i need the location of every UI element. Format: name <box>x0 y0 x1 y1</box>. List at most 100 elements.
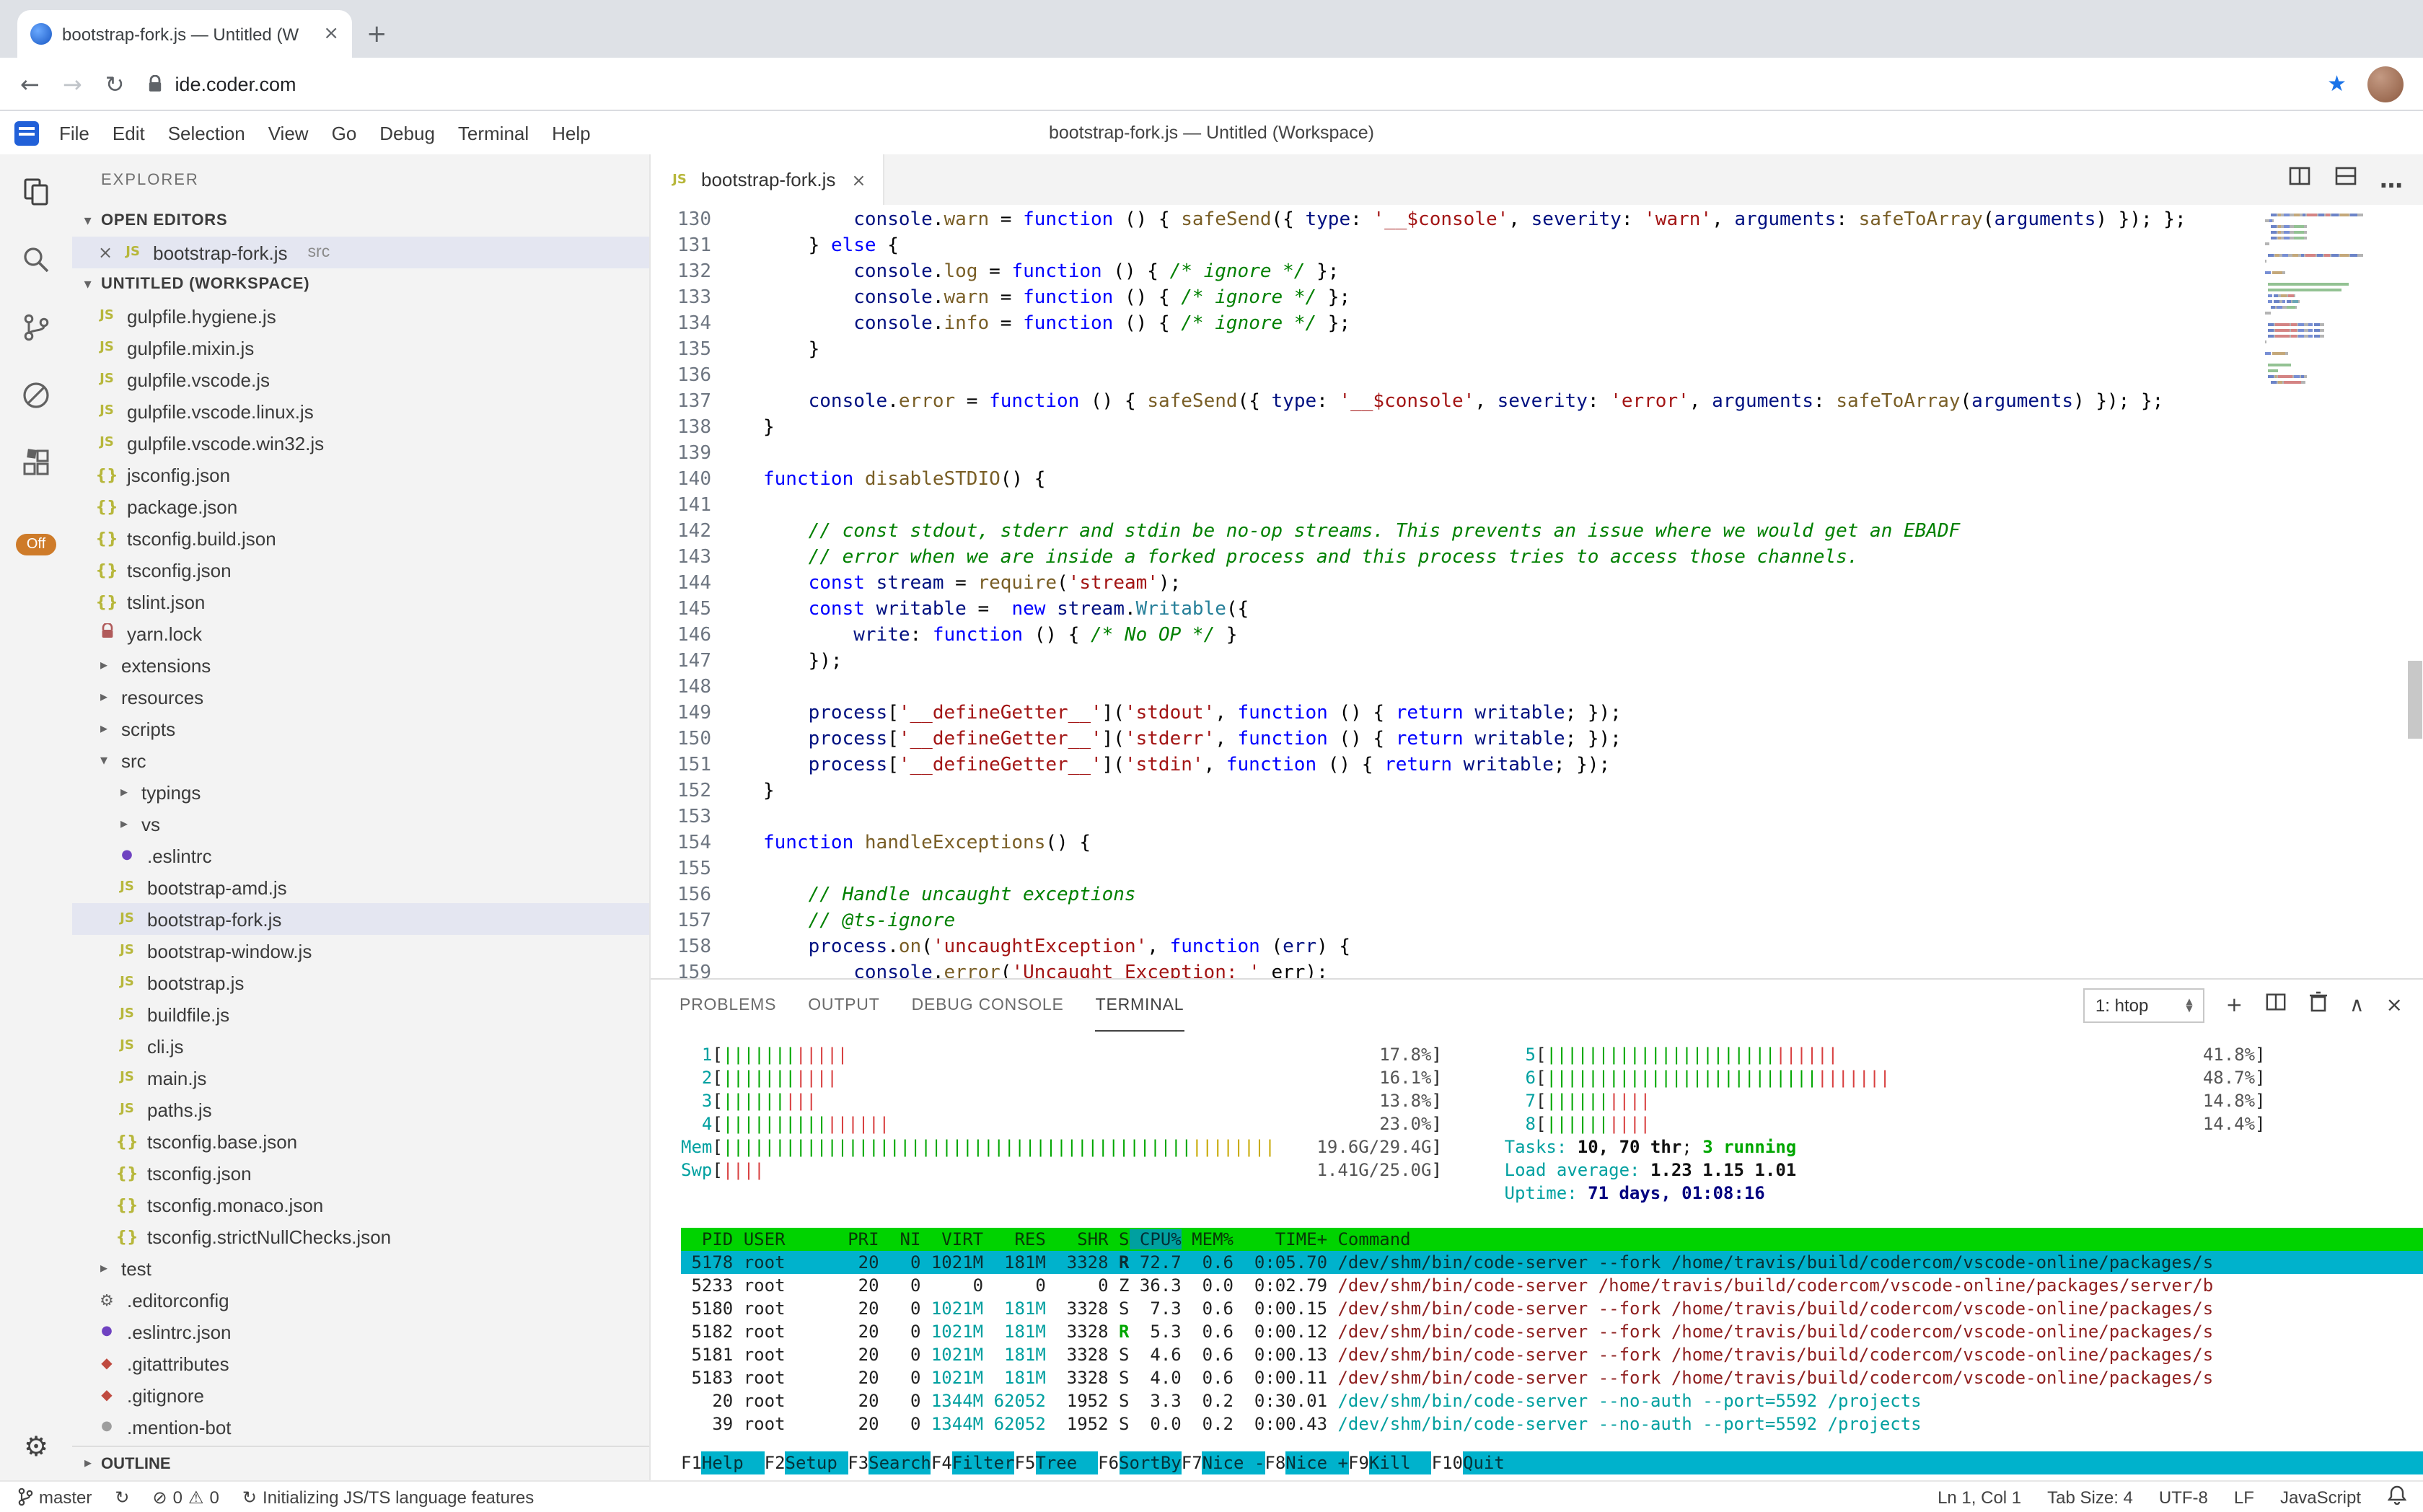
menu-edit[interactable]: Edit <box>101 122 157 144</box>
fkey-label-F10[interactable]: Quit <box>1463 1451 1526 1474</box>
process-row[interactable]: 5183 root 20 0 1021M 181M 3328 S 4.0 0.6… <box>681 1366 2423 1389</box>
tree-item-bootstrap-fork.js[interactable]: JSbootstrap-fork.js <box>72 903 649 935</box>
fkey-label-F5[interactable]: Tree <box>1035 1451 1098 1474</box>
tree-item-gulpfile.hygiene.js[interactable]: JSgulpfile.hygiene.js <box>72 300 649 332</box>
terminal[interactable]: 1[|||||||||||| 17.8%] 5[||||||||||||||||… <box>651 1032 2423 1480</box>
new-terminal-icon[interactable]: + <box>2226 994 2243 1017</box>
terminal-picker[interactable]: 1: htop ▲▼ <box>2084 988 2204 1023</box>
off-badge[interactable]: Off <box>17 534 56 555</box>
tree-item-yarn.lock[interactable]: yarn.lock <box>72 617 649 649</box>
process-row[interactable]: 5181 root 20 0 1021M 181M 3328 S 4.6 0.6… <box>681 1343 2423 1366</box>
panel-tab-debug-console[interactable]: DEBUG CONSOLE <box>912 980 1064 1032</box>
fkey-label-F3[interactable]: Search <box>869 1451 931 1474</box>
language-status[interactable]: ↻ Initializing JS/TS language features <box>242 1487 534 1507</box>
tree-item-gulpfile.vscode.linux.js[interactable]: JSgulpfile.vscode.linux.js <box>72 395 649 427</box>
code-area[interactable]: console.warn = function () { safeSend({ … <box>726 205 2256 978</box>
menu-go[interactable]: Go <box>320 122 369 144</box>
tree-item-bootstrap-amd.js[interactable]: JSbootstrap-amd.js <box>72 871 649 903</box>
tree-item-buildfile.js[interactable]: JSbuildfile.js <box>72 998 649 1030</box>
tree-item-tslint.json[interactable]: {}tslint.json <box>72 586 649 617</box>
problems-indicator[interactable]: ⊘ 0 ⚠ 0 <box>153 1487 219 1507</box>
split-terminal-icon[interactable] <box>2264 991 2286 1020</box>
debug-icon[interactable] <box>19 378 53 413</box>
tree-item-paths.js[interactable]: JSpaths.js <box>72 1094 649 1125</box>
status-ln-1-col-1[interactable]: Ln 1, Col 1 <box>1938 1487 2021 1507</box>
status-utf-8[interactable]: UTF-8 <box>2159 1487 2208 1507</box>
panel-tab-terminal[interactable]: TERMINAL <box>1096 980 1184 1032</box>
tree-item-cli.js[interactable]: JScli.js <box>72 1030 649 1062</box>
fkey-label-F9[interactable]: Kill <box>1369 1451 1432 1474</box>
menu-view[interactable]: View <box>257 122 320 144</box>
tree-item-.eslintrc[interactable]: ●.eslintrc <box>72 840 649 871</box>
close-tab-icon[interactable]: × <box>323 23 339 45</box>
fkey-F8[interactable]: F8 <box>1265 1451 1285 1474</box>
address-bar[interactable]: ide.coder.com <box>147 73 296 94</box>
fkey-F7[interactable]: F7 <box>1182 1451 1202 1474</box>
process-row[interactable]: 5233 root 20 0 0 0 0 Z 36.3 0.0 0:02.79 … <box>681 1274 2423 1297</box>
fkey-label-F1[interactable]: Help <box>702 1451 765 1474</box>
tree-item-scripts[interactable]: ▸scripts <box>72 713 649 744</box>
menu-file[interactable]: File <box>48 122 101 144</box>
status-tab-size-4[interactable]: Tab Size: 4 <box>2047 1487 2133 1507</box>
notifications-bell-icon[interactable] <box>2387 1485 2406 1509</box>
fkey-F2[interactable]: F2 <box>765 1451 786 1474</box>
tree-item-bootstrap.js[interactable]: JSbootstrap.js <box>72 967 649 998</box>
tree-item-.gitignore[interactable]: ◆.gitignore <box>72 1379 649 1411</box>
tree-item-main.js[interactable]: JSmain.js <box>72 1062 649 1094</box>
settings-gear-icon[interactable]: ⚙ <box>24 1431 48 1463</box>
tree-item-test[interactable]: ▸test <box>72 1252 649 1284</box>
editor-tab[interactable]: JS bootstrap-fork.js × <box>651 154 885 205</box>
tree-item-gulpfile.vscode.win32.js[interactable]: JSgulpfile.vscode.win32.js <box>72 427 649 459</box>
split-editor-icon[interactable] <box>2287 164 2310 195</box>
panel-tab-problems[interactable]: PROBLEMS <box>680 980 776 1032</box>
bookmark-star-icon[interactable]: ★ <box>2327 71 2347 97</box>
source-control-icon[interactable] <box>19 310 53 345</box>
tree-item-src[interactable]: ▾src <box>72 744 649 776</box>
fkey-F6[interactable]: F6 <box>1098 1451 1119 1474</box>
tree-item-vs[interactable]: ▸vs <box>72 808 649 840</box>
tree-item-tsconfig.json[interactable]: {}tsconfig.json <box>72 1157 649 1189</box>
git-branch-indicator[interactable]: master <box>17 1487 92 1507</box>
fkey-label-F7[interactable]: Nice - <box>1202 1451 1265 1474</box>
fkey-F3[interactable]: F3 <box>848 1451 869 1474</box>
maximize-panel-icon[interactable]: ∧ <box>2349 994 2365 1017</box>
tree-item-bootstrap-window.js[interactable]: JSbootstrap-window.js <box>72 935 649 967</box>
extensions-icon[interactable] <box>19 446 53 480</box>
tree-item-tsconfig.monaco.json[interactable]: {}tsconfig.monaco.json <box>72 1189 649 1221</box>
outline-section[interactable]: ▸ OUTLINE <box>72 1446 649 1480</box>
fkey-label-F6[interactable]: SortBy <box>1119 1451 1182 1474</box>
tree-item-.editorconfig[interactable]: ⚙.editorconfig <box>72 1284 649 1316</box>
fkey-label-F2[interactable]: Setup <box>786 1451 848 1474</box>
search-icon[interactable] <box>19 242 53 277</box>
close-panel-icon[interactable]: × <box>2386 994 2403 1017</box>
new-tab-button[interactable]: + <box>366 20 387 49</box>
menu-terminal[interactable]: Terminal <box>447 122 540 144</box>
sync-icon[interactable]: ↻ <box>115 1487 129 1507</box>
process-row[interactable]: 5180 root 20 0 1021M 181M 3328 S 7.3 0.6… <box>681 1297 2423 1320</box>
scrollbar-thumb[interactable] <box>2407 661 2422 739</box>
more-actions-icon[interactable]: … <box>2380 172 2403 187</box>
tree-item-extensions[interactable]: ▸extensions <box>72 649 649 681</box>
process-row[interactable]: 5178 root 20 0 1021M 181M 3328 R 72.7 0.… <box>681 1251 2423 1274</box>
process-row[interactable]: 39 root 20 0 1344M 62052 1952 S 0.0 0.2 … <box>681 1412 2423 1436</box>
tree-item-jsconfig.json[interactable]: {}jsconfig.json <box>72 459 649 491</box>
fkey-F10[interactable]: F10 <box>1432 1451 1463 1474</box>
tree-item-tsconfig.json[interactable]: {}tsconfig.json <box>72 554 649 586</box>
profile-avatar[interactable] <box>2367 66 2403 102</box>
open-editors-header[interactable]: ▾ OPEN EDITORS <box>72 205 649 237</box>
tree-item-.gitattributes[interactable]: ◆.gitattributes <box>72 1348 649 1379</box>
fkey-F1[interactable]: F1 <box>681 1451 702 1474</box>
tree-item-gulpfile.vscode.js[interactable]: JSgulpfile.vscode.js <box>72 364 649 395</box>
browser-tab[interactable]: bootstrap-fork.js — Untitled (W × <box>17 10 352 58</box>
tree-item-typings[interactable]: ▸typings <box>72 776 649 808</box>
menu-help[interactable]: Help <box>540 122 602 144</box>
kill-terminal-icon[interactable] <box>2308 991 2328 1020</box>
tree-item-gulpfile.mixin.js[interactable]: JSgulpfile.mixin.js <box>72 332 649 364</box>
editor-scrollbar[interactable] <box>2406 205 2423 978</box>
tree-item-tsconfig.build.json[interactable]: {}tsconfig.build.json <box>72 522 649 554</box>
forward-button[interactable]: → <box>63 70 82 97</box>
process-row[interactable]: 20 root 20 0 1344M 62052 1952 S 3.3 0.2 … <box>681 1389 2423 1412</box>
tree-item-.mention-bot[interactable]: ●.mention-bot <box>72 1411 649 1443</box>
fkey-label-F8[interactable]: Nice + <box>1285 1451 1348 1474</box>
fkey-F5[interactable]: F5 <box>1015 1451 1036 1474</box>
